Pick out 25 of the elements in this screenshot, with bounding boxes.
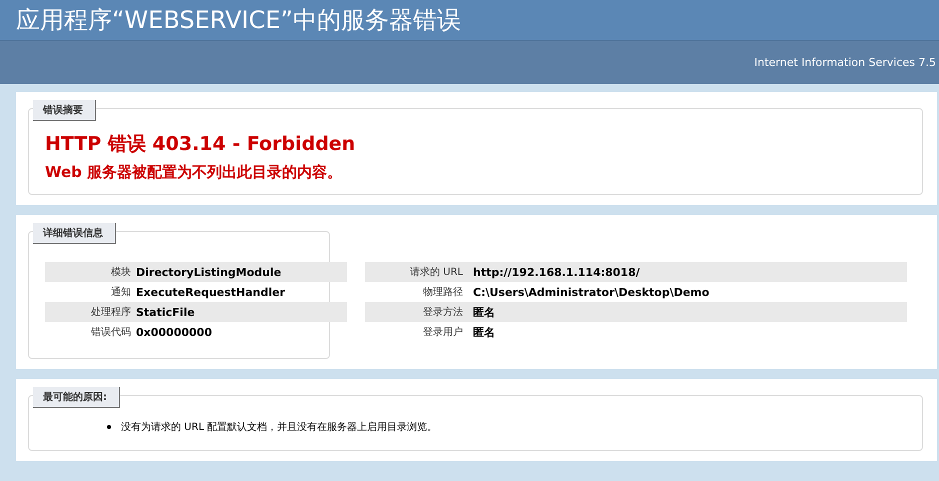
field-value: 匿名 (473, 324, 495, 340)
field-label: 处理程序 (90, 306, 131, 319)
field-label: 登录方法 (422, 306, 463, 319)
bullet-icon (107, 425, 111, 429)
section-heading: 详细错误信息 (33, 223, 116, 244)
error-title: HTTP 错误 403.14 - Forbidden (45, 132, 356, 157)
field-label: 请求的 URL (408, 266, 463, 279)
field-value: StaticFile (136, 306, 195, 318)
field-value: C:\Users\Administrator\Desktop\Demo (473, 286, 710, 298)
field-label: 登录用户 (422, 326, 463, 339)
server-name: Internet Information Services 7.5 (754, 56, 936, 69)
cause-text: 没有为请求的 URL 配置默认文档，并且没有在服务器上启用目录浏览。 (121, 420, 438, 434)
field-label: 模块 (110, 266, 131, 279)
field-label: 错误代码 (90, 326, 131, 339)
page-title: 应用程序“WEBSERVICE”中的服务器错误 (16, 5, 461, 36)
field-value: DirectoryListingModule (136, 266, 282, 278)
error-message: Web 服务器被配置为不列出此目录的内容。 (45, 163, 344, 182)
field-label: 通知 (110, 286, 131, 299)
field-value: 0x00000000 (136, 326, 212, 338)
field-label: 物理路径 (422, 286, 463, 299)
field-value: 匿名 (473, 304, 495, 320)
field-value: http://192.168.1.114:8018/ (473, 266, 640, 278)
section-heading: 错误摘要 (33, 100, 96, 121)
field-value: ExecuteRequestHandler (136, 286, 286, 298)
section-heading: 最可能的原因: (33, 387, 120, 408)
